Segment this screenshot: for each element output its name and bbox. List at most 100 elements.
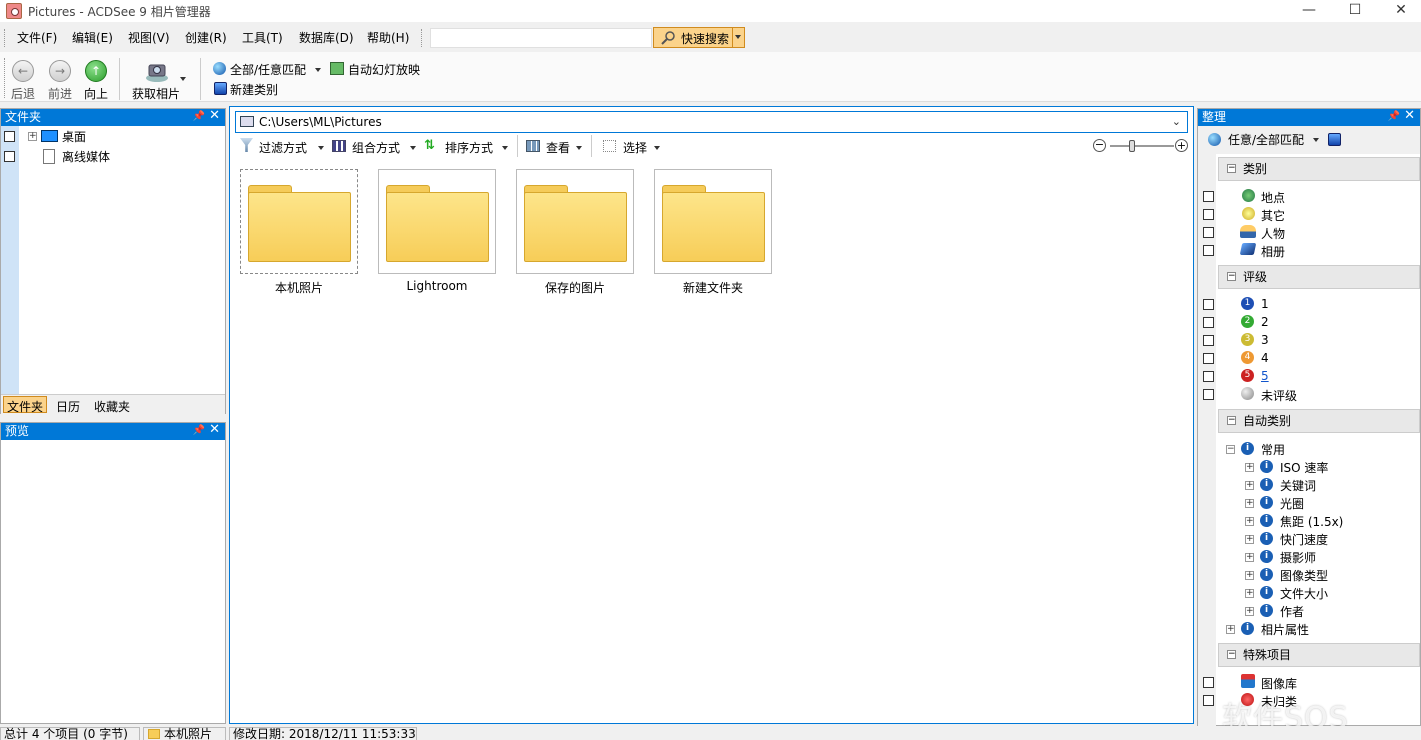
zoom-slider-thumb[interactable]	[1129, 140, 1135, 152]
zoom-slider[interactable]	[1110, 145, 1174, 147]
rating-3[interactable]: 3	[1261, 333, 1269, 347]
expand-icon[interactable]: +	[1245, 517, 1254, 526]
category-people[interactable]: 人物	[1261, 225, 1285, 242]
auto-item-author[interactable]: 作者	[1280, 603, 1304, 620]
close-pane-icon[interactable]: ✕	[209, 108, 220, 124]
category-place[interactable]: 地点	[1261, 189, 1285, 206]
tab-folders[interactable]: 文件夹	[3, 396, 48, 414]
chevron-down-icon[interactable]	[318, 146, 324, 150]
maximize-button[interactable]: ☐	[1332, 0, 1378, 22]
get-photos-button[interactable]: 获取相片	[127, 58, 189, 102]
pin-icon[interactable]: 📌	[1388, 109, 1400, 125]
minimize-button[interactable]: —	[1286, 0, 1332, 22]
menu-file[interactable]: 文件(F)	[15, 29, 59, 46]
auto-item-file-size[interactable]: 文件大小	[1280, 585, 1328, 602]
expand-icon[interactable]: +	[1245, 607, 1254, 616]
tree-item-offline-media[interactable]: 离线媒体	[62, 148, 110, 165]
pin-icon[interactable]: 📌	[193, 423, 205, 439]
auto-categories-section-header[interactable]: − 自动类别	[1218, 409, 1420, 433]
expand-icon[interactable]: +	[1245, 571, 1254, 580]
auto-item-aperture[interactable]: 光圈	[1280, 495, 1304, 512]
category-other[interactable]: 其它	[1261, 207, 1285, 224]
collapse-icon[interactable]: −	[1227, 416, 1236, 425]
menu-tools[interactable]: 工具(T)	[240, 29, 285, 46]
collapse-icon[interactable]: −	[1227, 650, 1236, 659]
auto-item-shutter-speed[interactable]: 快门速度	[1280, 531, 1328, 548]
rating-4[interactable]: 4	[1261, 351, 1269, 365]
close-button[interactable]: ✕	[1378, 0, 1421, 22]
menu-help[interactable]: 帮助(H)	[365, 29, 411, 46]
expand-icon[interactable]: +	[1245, 553, 1254, 562]
expand-icon[interactable]: +	[1245, 589, 1254, 598]
quick-search-button[interactable]: 快速搜索	[653, 27, 745, 48]
chevron-down-icon[interactable]	[654, 146, 660, 150]
forward-button[interactable]: → 前进	[42, 58, 78, 102]
menu-database[interactable]: 数据库(D)	[297, 29, 356, 46]
auto-item-photographer[interactable]: 摄影师	[1280, 549, 1316, 566]
collapse-icon[interactable]: −	[1227, 272, 1236, 281]
auto-item-iso[interactable]: ISO 速率	[1280, 459, 1328, 476]
chevron-down-icon[interactable]: ⌄	[1172, 115, 1181, 128]
close-pane-icon[interactable]: ✕	[209, 422, 220, 438]
path-bar[interactable]: C:\Users\ML\Pictures ⌄	[235, 111, 1188, 133]
rating-checkbox[interactable]	[1203, 335, 1214, 346]
rating-2[interactable]: 2	[1261, 315, 1269, 329]
category-checkbox[interactable]	[1203, 209, 1214, 220]
zoom-in-icon[interactable]: +	[1175, 139, 1188, 152]
rating-checkbox[interactable]	[1203, 317, 1214, 328]
desktop-checkbox[interactable]	[4, 131, 15, 142]
auto-photo-properties[interactable]: 相片属性	[1261, 621, 1309, 638]
auto-item-keywords[interactable]: 关键词	[1280, 477, 1316, 494]
zoom-out-icon[interactable]: −	[1093, 139, 1106, 152]
tab-calendar[interactable]: 日历	[55, 397, 81, 416]
chevron-down-icon[interactable]	[180, 77, 186, 81]
rating-unrated[interactable]: 未评级	[1261, 387, 1297, 404]
collapse-icon[interactable]: −	[1226, 445, 1235, 454]
auto-common[interactable]: 常用	[1261, 441, 1285, 458]
back-button[interactable]: ← 后退	[5, 58, 41, 102]
category-album[interactable]: 相册	[1261, 243, 1285, 260]
offline-media-checkbox[interactable]	[4, 151, 15, 162]
folder-item-lightroom[interactable]	[378, 169, 496, 274]
pin-icon[interactable]: 📌	[193, 109, 205, 125]
auto-item-image-type[interactable]: 图像类型	[1280, 567, 1328, 584]
chevron-down-icon[interactable]	[576, 146, 582, 150]
categories-section-header[interactable]: − 类别	[1218, 157, 1420, 181]
close-pane-icon[interactable]: ✕	[1404, 108, 1415, 124]
collapse-icon[interactable]: −	[1227, 164, 1236, 173]
rating-1[interactable]: 1	[1261, 297, 1269, 311]
select-button[interactable]: 选择	[623, 139, 647, 156]
special-checkbox[interactable]	[1203, 677, 1214, 688]
menu-view[interactable]: 视图(V)	[126, 29, 172, 46]
category-checkbox[interactable]	[1203, 245, 1214, 256]
expand-icon[interactable]: +	[1245, 481, 1254, 490]
folder-item-new-folder[interactable]	[654, 169, 772, 274]
quick-search-input[interactable]	[430, 28, 652, 48]
expand-icon[interactable]: +	[28, 132, 37, 141]
ratings-section-header[interactable]: − 评级	[1218, 265, 1420, 289]
group-button[interactable]: 组合方式	[352, 139, 400, 156]
chevron-down-icon[interactable]	[502, 146, 508, 150]
rating-checkbox[interactable]	[1203, 299, 1214, 310]
special-image-library[interactable]: 图像库	[1261, 675, 1297, 692]
expand-icon[interactable]: +	[1245, 463, 1254, 472]
auto-item-focal-length[interactable]: 焦距 (1.5x)	[1280, 513, 1343, 530]
tree-item-desktop[interactable]: 桌面	[62, 128, 86, 145]
expand-icon[interactable]: +	[1245, 499, 1254, 508]
expand-icon[interactable]: +	[1226, 625, 1235, 634]
folder-item-local-photos[interactable]	[240, 169, 358, 274]
match-any-all-button[interactable]: 任意/全部匹配	[1228, 131, 1304, 148]
sort-button[interactable]: 排序方式	[445, 139, 493, 156]
menu-create[interactable]: 创建(R)	[183, 29, 229, 46]
rating-5[interactable]: 5	[1261, 369, 1269, 383]
rating-checkbox[interactable]	[1203, 389, 1214, 400]
special-items-section-header[interactable]: − 特殊项目	[1218, 643, 1420, 667]
view-button[interactable]: 查看	[546, 139, 570, 156]
chevron-down-icon[interactable]	[1313, 138, 1319, 142]
category-checkbox[interactable]	[1203, 227, 1214, 238]
expand-icon[interactable]: +	[1245, 535, 1254, 544]
tab-favorites[interactable]: 收藏夹	[93, 397, 131, 416]
special-checkbox[interactable]	[1203, 695, 1214, 706]
category-checkbox[interactable]	[1203, 191, 1214, 202]
chevron-down-icon[interactable]	[735, 35, 741, 39]
